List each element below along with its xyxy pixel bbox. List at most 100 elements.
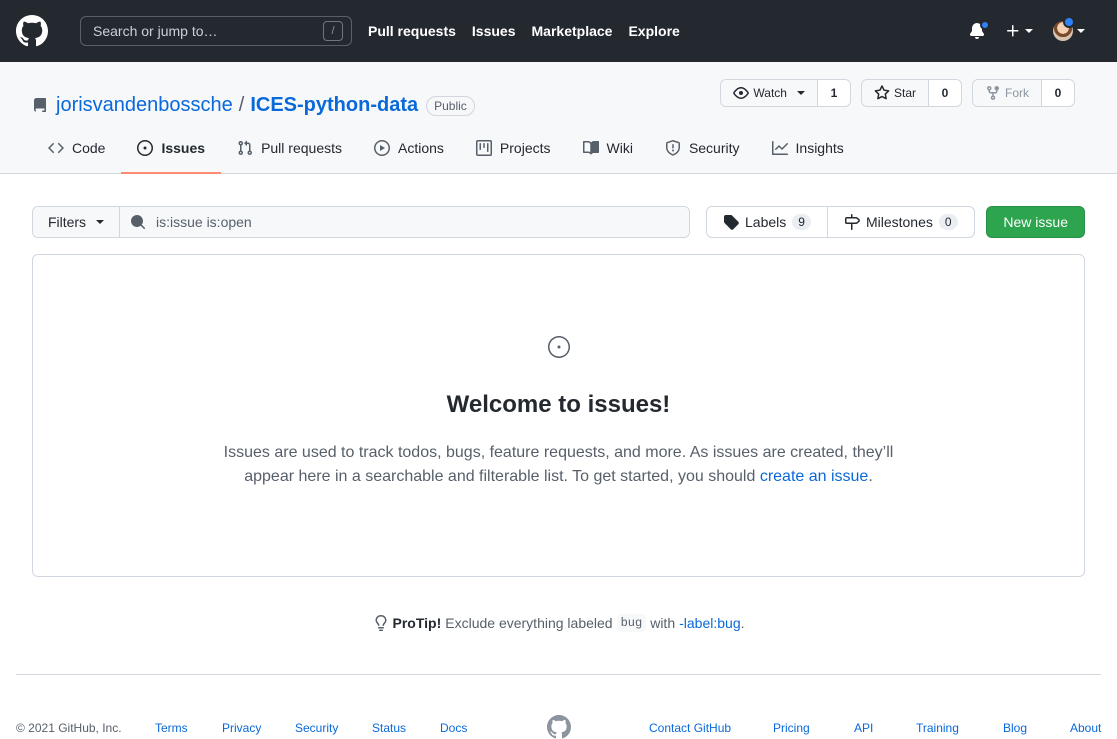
star-group: Star 0 <box>860 79 962 107</box>
plus-icon <box>1007 25 1019 37</box>
visibility-badge: Public <box>426 95 475 116</box>
footer-link-terms[interactable]: Terms <box>155 721 188 735</box>
create-issue-link[interactable]: create an issue <box>760 468 869 485</box>
issues-search-input[interactable]: is:issue is:open <box>120 207 689 237</box>
git-pull-request-icon <box>238 140 253 156</box>
milestones-count: 0 <box>938 214 958 230</box>
protip: ProTip! Exclude everything labeled bug w… <box>0 614 1117 632</box>
labels-count: 9 <box>792 214 811 230</box>
tab-label: Code <box>72 140 106 156</box>
tab-code[interactable]: Code <box>32 123 121 173</box>
filters-button[interactable]: Filters <box>33 207 120 237</box>
repo-name-link[interactable]: ICES-python-data <box>250 94 418 117</box>
tab-pull-requests[interactable]: Pull requests <box>221 123 358 173</box>
user-menu-button[interactable] <box>1053 16 1085 41</box>
blankslate-title: Welcome to issues! <box>446 391 671 418</box>
github-logo-icon[interactable] <box>16 15 48 47</box>
status-indicator <box>1063 16 1075 28</box>
repo-icon <box>34 97 46 112</box>
footer-link-status[interactable]: Status <box>372 721 406 735</box>
tab-label: Projects <box>499 140 551 156</box>
tab-insights[interactable]: Insights <box>756 123 860 173</box>
protip-text: Exclude everything labeled <box>445 615 613 631</box>
global-nav: Pull requests Issues Marketplace Explore <box>368 23 696 39</box>
path-separator: / <box>238 94 245 116</box>
star-count[interactable]: 0 <box>929 80 961 106</box>
tab-wiki[interactable]: Wiki <box>567 123 649 173</box>
filters-label: Filters <box>47 214 87 230</box>
labels-label: Labels <box>745 214 787 230</box>
star-icon <box>874 85 890 100</box>
nav-explore[interactable]: Explore <box>628 23 679 39</box>
fork-count[interactable]: 0 <box>1042 80 1074 106</box>
fork-group: Fork 0 <box>972 79 1075 107</box>
watch-count[interactable]: 1 <box>817 80 850 106</box>
issues-blankslate: Welcome to issues! Issues are used to tr… <box>32 254 1085 577</box>
code-icon <box>48 142 64 154</box>
book-icon <box>582 140 599 155</box>
header-right <box>969 0 1085 62</box>
new-issue-button[interactable]: New issue <box>986 206 1085 238</box>
fork-button[interactable]: Fork <box>973 80 1042 106</box>
tab-label: Wiki <box>606 140 633 156</box>
issue-opened-icon <box>137 140 154 156</box>
milestone-icon <box>844 214 860 230</box>
watch-label: Watch <box>753 86 787 100</box>
play-icon <box>374 140 390 156</box>
tab-issues[interactable]: Issues <box>121 123 221 174</box>
tab-label: Issues <box>161 140 206 156</box>
global-search-input[interactable]: Search or jump to… / <box>80 16 352 46</box>
light-bulb-icon <box>375 615 386 631</box>
eye-icon <box>733 87 750 99</box>
blankslate-period: . <box>868 468 873 485</box>
nav-issues[interactable]: Issues <box>472 23 516 39</box>
milestones-label: Milestones <box>865 214 933 230</box>
tab-label: Security <box>688 140 740 156</box>
footer-copyright: © 2021 GitHub, Inc. <box>16 721 122 735</box>
nav-marketplace[interactable]: Marketplace <box>532 23 613 39</box>
protip-code: bug <box>616 614 647 632</box>
tab-security[interactable]: Security <box>649 123 756 173</box>
footer-link-pricing[interactable]: Pricing <box>773 721 810 735</box>
repo-actions: Watch 1 Star 0 Fork 0 <box>720 79 1075 107</box>
star-label: Star <box>893 86 916 100</box>
search-icon <box>131 215 146 230</box>
filters-group: Filters is:issue is:open <box>32 206 690 238</box>
chevron-down-icon <box>796 91 805 95</box>
footer-link-training[interactable]: Training <box>916 721 959 735</box>
star-button[interactable]: Star <box>861 80 929 106</box>
create-new-button[interactable] <box>1005 23 1033 39</box>
footer-link-security[interactable]: Security <box>295 721 338 735</box>
footer-link-docs[interactable]: Docs <box>440 721 467 735</box>
labels-milestones-group: Labels 9 Milestones 0 <box>706 206 975 238</box>
nav-pull-requests[interactable]: Pull requests <box>368 23 456 39</box>
repo-name: ICES-python-data <box>250 94 419 116</box>
protip-link[interactable]: -label:bug <box>679 615 741 631</box>
github-mark-icon[interactable] <box>547 715 571 739</box>
tab-label: Insights <box>795 140 844 156</box>
footer-link-about[interactable]: About <box>1070 721 1101 735</box>
labels-button[interactable]: Labels 9 <box>707 207 827 237</box>
notifications-button[interactable] <box>969 20 990 39</box>
tab-actions[interactable]: Actions <box>358 123 460 173</box>
repo-forked-icon <box>987 86 999 101</box>
shield-icon <box>665 140 680 156</box>
protip-label: ProTip! <box>392 615 442 631</box>
protip-with: with <box>650 615 676 631</box>
protip-period: . <box>740 615 745 631</box>
footer-link-privacy[interactable]: Privacy <box>222 721 261 735</box>
footer-link-api[interactable]: API <box>854 721 873 735</box>
graph-icon <box>771 141 788 155</box>
milestones-button[interactable]: Milestones 0 <box>826 207 974 237</box>
chevron-down-icon <box>96 220 105 224</box>
notification-indicator <box>980 20 990 30</box>
footer-link-blog[interactable]: Blog <box>1003 721 1027 735</box>
watch-group: Watch 1 <box>720 79 851 107</box>
repo-owner-link[interactable]: jorisvandenbossche <box>56 94 233 117</box>
footer-link-contact[interactable]: Contact GitHub <box>649 721 731 735</box>
tab-projects[interactable]: Projects <box>460 123 567 173</box>
watch-button[interactable]: Watch <box>721 80 818 106</box>
footer: © 2021 GitHub, Inc. Terms Privacy Securi… <box>16 674 1101 739</box>
global-header: Search or jump to… / Pull requests Issue… <box>0 0 1117 62</box>
tab-label: Pull requests <box>261 140 342 156</box>
